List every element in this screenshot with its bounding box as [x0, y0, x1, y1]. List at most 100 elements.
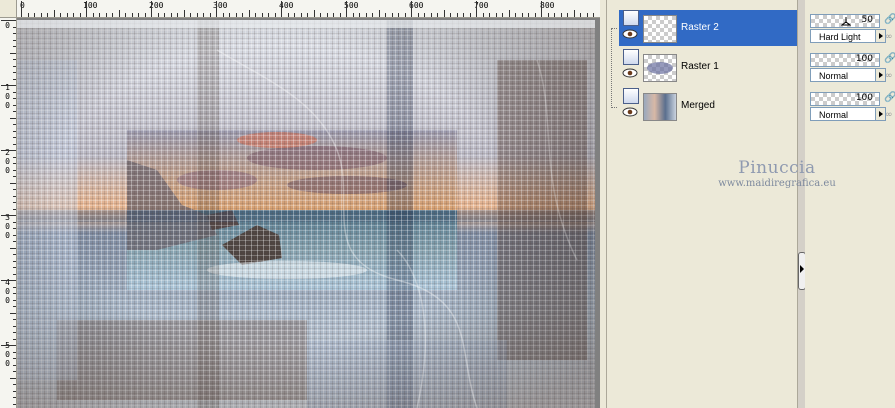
ruler-tick	[339, 13, 341, 17]
ruler-tick	[593, 13, 594, 17]
ruler-tick	[13, 260, 16, 262]
ruler-tick	[13, 241, 16, 242]
ruler-top-label: 800	[540, 1, 555, 10]
ruler-tick	[73, 13, 74, 17]
ruler-tick	[66, 13, 68, 17]
ruler-tick	[365, 13, 367, 17]
ruler-tick	[13, 111, 16, 112]
ruler-tick	[13, 72, 16, 73]
ruler-corner	[0, 0, 17, 18]
ruler-tick	[482, 13, 484, 17]
watermark: Pinuccia www.maidiregrafica.eu	[712, 158, 842, 190]
ruler-tick	[567, 13, 568, 17]
ruler-tick	[79, 13, 81, 17]
eye-icon[interactable]	[622, 107, 638, 117]
ruler-tick	[391, 13, 393, 17]
eye-icon[interactable]	[622, 68, 638, 78]
ruler-tick	[53, 10, 55, 17]
layer-name[interactable]: Merged	[681, 100, 715, 111]
ruler-tick	[13, 338, 16, 340]
ruler-tick	[346, 1, 347, 17]
ruler-tick	[21, 1, 22, 17]
ruler-tick	[255, 13, 256, 17]
ruler-tick	[13, 137, 16, 138]
ruler-tick	[13, 319, 16, 320]
lock-icon[interactable]: 🔗	[884, 14, 895, 26]
ruler-tick	[99, 13, 100, 17]
ruler-tick	[13, 39, 16, 41]
ruler-tick	[47, 13, 48, 17]
ruler-tick	[300, 13, 302, 17]
blend-mode-select[interactable]: Hard Light	[810, 29, 878, 43]
opacity-slider[interactable]: 100	[810, 53, 880, 67]
ruler-tick	[13, 332, 16, 333]
artwork-image[interactable]	[17, 20, 595, 408]
ruler-tick	[326, 13, 328, 17]
layer-row-merged[interactable]: Merged	[619, 88, 797, 124]
ruler-tick	[547, 13, 549, 17]
layer-row-raster-1[interactable]: Raster 1	[619, 49, 797, 85]
mask-thumbnail-icon	[647, 62, 673, 74]
blend-mode-select[interactable]: Normal	[810, 107, 878, 121]
lock-icon[interactable]: 🔗	[884, 92, 895, 104]
ruler-tick	[235, 13, 237, 17]
layer-thumbnail	[643, 15, 677, 43]
splitter-arrow-icon[interactable]	[800, 265, 804, 273]
image-canvas[interactable]	[17, 18, 600, 408]
ruler-tick	[10, 377, 16, 379]
ruler-tick	[13, 325, 16, 327]
ruler-tick	[13, 397, 16, 398]
ruler-tick	[261, 13, 263, 17]
ruler-tick	[13, 358, 16, 359]
layer-name[interactable]: Raster 1	[681, 61, 719, 72]
ruler-tick	[13, 176, 16, 177]
layer-name[interactable]: Raster 2	[681, 22, 719, 33]
ruler-tick	[196, 13, 198, 17]
layer-row-raster-2[interactable]: Raster 2	[619, 10, 797, 46]
ruler-top: 0 100 200 300 400 500 600 700 800	[0, 0, 600, 18]
ruler-tick	[164, 13, 165, 17]
ruler-tick	[586, 13, 588, 17]
ruler-tick	[495, 13, 497, 17]
opacity-slider[interactable]: 100	[810, 92, 880, 106]
opacity-slider[interactable]: 50	[810, 14, 880, 28]
ruler-tick	[13, 46, 16, 47]
ruler-tick	[1, 20, 16, 21]
layer-visibility-icon[interactable]	[623, 49, 639, 65]
ruler-tick	[34, 13, 35, 17]
ruler-tick	[294, 13, 295, 17]
layer-tree-line	[611, 28, 617, 30]
ruler-tick	[13, 124, 16, 125]
ruler-tick	[417, 13, 419, 17]
ruler-tick	[13, 169, 16, 171]
layer-props-raster-2: 50 🔗 Hard Light ∞	[810, 12, 895, 48]
ruler-tick	[13, 33, 16, 34]
link-icon[interactable]: ∞	[885, 71, 895, 81]
ruler-tick	[13, 195, 16, 197]
ruler-tick	[372, 13, 373, 17]
ruler-tick	[170, 13, 172, 17]
ruler-tick	[320, 13, 321, 17]
ruler-tick	[151, 1, 152, 17]
ruler-tick	[10, 312, 16, 314]
ruler-tick	[541, 1, 542, 17]
ruler-tick	[125, 13, 126, 17]
link-icon[interactable]: ∞	[885, 32, 895, 42]
ruler-tick	[489, 13, 490, 17]
ruler-tick	[1, 150, 16, 151]
ruler-tick	[534, 13, 536, 17]
ruler-tick	[13, 208, 16, 210]
layer-visibility-icon[interactable]	[623, 88, 639, 104]
eye-icon[interactable]	[622, 29, 638, 39]
ruler-tick	[281, 1, 282, 17]
ruler-tick	[112, 13, 113, 17]
ruler-tick	[13, 65, 16, 67]
link-icon[interactable]: ∞	[885, 110, 895, 120]
layer-palette: Raster 2 Raster 1 Merged 50 🔗 Hard Light…	[600, 0, 895, 408]
lock-icon[interactable]: 🔗	[884, 53, 895, 65]
ruler-tick	[138, 13, 139, 17]
ruler-tick	[560, 13, 562, 17]
blend-mode-select[interactable]: Normal	[810, 68, 878, 82]
ruler-tick	[13, 221, 16, 223]
layer-visibility-icon[interactable]	[623, 10, 639, 26]
